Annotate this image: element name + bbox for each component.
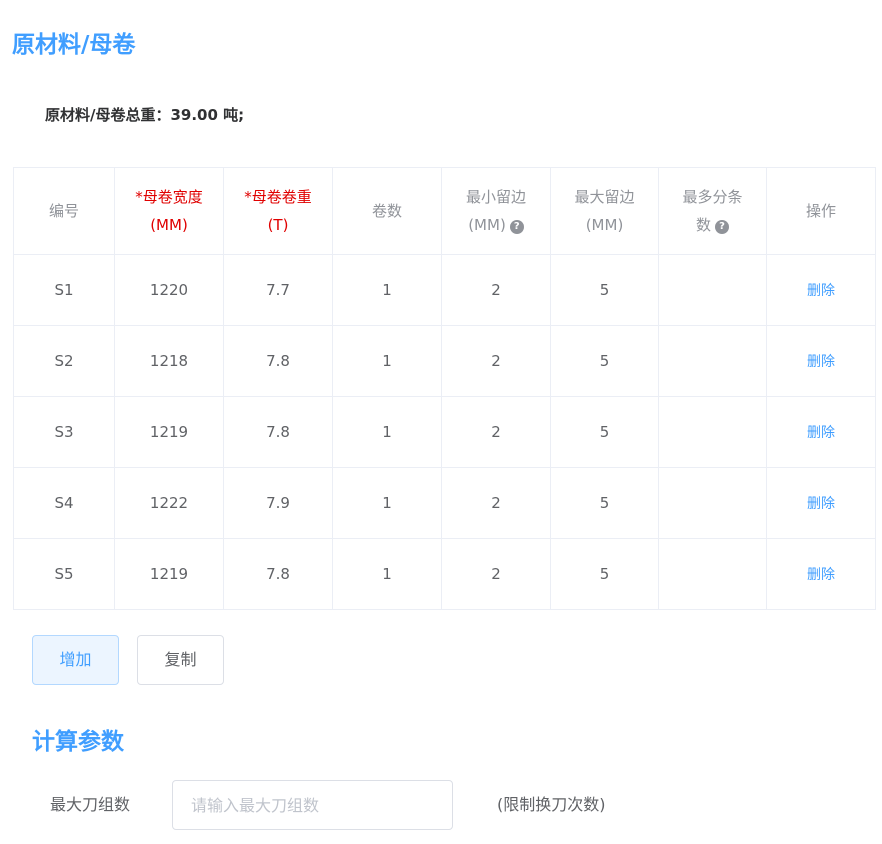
cell-id: S4 [13, 467, 115, 539]
delete-link[interactable]: 删除 [807, 283, 835, 299]
header-width: *母卷宽度 (MM) [114, 167, 224, 255]
copy-button[interactable]: 复制 [137, 635, 224, 685]
header-label: 最大留边 [574, 188, 635, 206]
cell-max-strips [658, 467, 767, 539]
cell-id: S3 [13, 396, 115, 468]
cell-width: 1219 [114, 538, 224, 610]
header-unit: 数 [695, 216, 711, 234]
cell-actions: 删除 [766, 538, 876, 610]
add-button[interactable]: 增加 [32, 635, 119, 685]
header-id: 编号 [13, 167, 115, 255]
parent-roll-table: 编号 *母卷宽度 (MM) *母卷卷重 (T) 卷数 最小留边 (MM)? 最大留边 (MM) 最多… [13, 167, 876, 610]
header-count: 卷数 [332, 167, 442, 255]
delete-link[interactable]: 删除 [807, 567, 835, 583]
cell-max-strips [658, 396, 767, 468]
cell-weight: 7.8 [223, 396, 333, 468]
cell-max-edge: 5 [550, 538, 659, 610]
cell-width: 1222 [114, 467, 224, 539]
max-knife-groups-input[interactable] [172, 780, 453, 830]
cell-count: 1 [332, 538, 442, 610]
question-circle-icon[interactable]: ? [715, 220, 729, 234]
cell-width: 1219 [114, 396, 224, 468]
header-label: *母卷宽度 [135, 188, 203, 206]
cell-weight: 7.9 [223, 467, 333, 539]
cell-max-strips [658, 254, 767, 326]
calc-params-title: 计算参数 [32, 729, 124, 755]
table-row: S1 1220 7.7 1 2 5 删除 [13, 254, 876, 326]
cell-width: 1220 [114, 254, 224, 326]
question-circle-icon[interactable]: ? [509, 220, 524, 234]
cell-count: 1 [332, 254, 442, 326]
table-row: S5 1219 7.8 1 2 5 删除 [13, 538, 876, 610]
header-label: 最小留边 [465, 188, 526, 206]
cell-width: 1218 [114, 325, 224, 397]
cell-max-strips [658, 325, 767, 397]
cell-count: 1 [332, 467, 442, 539]
cell-weight: 7.8 [223, 538, 333, 610]
header-unit: (T) [267, 216, 289, 234]
header-max-strips: 最多分条数? [658, 167, 767, 255]
header-actions: 操作 [766, 167, 876, 255]
cell-min-edge: 2 [441, 467, 551, 539]
table-body: S1 1220 7.7 1 2 5 删除 S2 1218 7.8 1 2 5 删除 S3 1219 7.8 1 2 5… [13, 254, 876, 610]
page: 原材料/母卷 原材料/母卷总重：39.00 吨; 编号 *母卷宽度 (MM) *母卷卷… [0, 0, 882, 844]
cell-min-edge: 2 [441, 254, 551, 326]
cell-min-edge: 2 [441, 538, 551, 610]
table-row: S3 1219 7.8 1 2 5 删除 [13, 396, 876, 468]
cell-count: 1 [332, 325, 442, 397]
max-knife-groups-hint: (限制换刀次数) [497, 795, 606, 814]
cell-max-edge: 5 [550, 325, 659, 397]
header-label: 最多分条 [682, 188, 743, 206]
cell-max-edge: 5 [550, 254, 659, 326]
cell-max-edge: 5 [550, 467, 659, 539]
header-max-edge: 最大留边 (MM) [550, 167, 659, 255]
cell-weight: 7.8 [223, 325, 333, 397]
header-min-edge: 最小留边 (MM)? [441, 167, 551, 255]
cell-id: S1 [13, 254, 115, 326]
cell-id: S5 [13, 538, 115, 610]
cell-actions: 删除 [766, 396, 876, 468]
cell-count: 1 [332, 396, 442, 468]
cell-max-strips [658, 538, 767, 610]
delete-link[interactable]: 删除 [807, 496, 835, 512]
cell-actions: 删除 [766, 467, 876, 539]
cell-weight: 7.7 [223, 254, 333, 326]
header-label: 卷数 [371, 202, 402, 220]
delete-link[interactable]: 删除 [807, 354, 835, 370]
raw-material-title: 原材料/母卷 [12, 32, 136, 58]
cell-actions: 删除 [766, 325, 876, 397]
max-knife-groups-label: 最大刀组数 [50, 795, 131, 814]
header-unit: (MM) [468, 216, 506, 234]
header-label: 操作 [805, 202, 836, 220]
delete-link[interactable]: 删除 [807, 425, 835, 441]
header-label: 编号 [48, 202, 79, 220]
header-weight: *母卷卷重 (T) [223, 167, 333, 255]
table-header-row: 编号 *母卷宽度 (MM) *母卷卷重 (T) 卷数 最小留边 (MM)? 最大留边 (MM) 最多… [13, 167, 876, 255]
cell-min-edge: 2 [441, 396, 551, 468]
cell-id: S2 [13, 325, 115, 397]
cell-actions: 删除 [766, 254, 876, 326]
header-label: *母卷卷重 [244, 188, 312, 206]
table-row: S2 1218 7.8 1 2 5 删除 [13, 325, 876, 397]
cell-max-edge: 5 [550, 396, 659, 468]
header-unit: (MM) [585, 216, 624, 234]
table-row: S4 1222 7.9 1 2 5 删除 [13, 467, 876, 539]
header-unit: (MM) [150, 216, 188, 234]
total-weight-summary: 原材料/母卷总重：39.00 吨; [45, 106, 245, 124]
cell-min-edge: 2 [441, 325, 551, 397]
